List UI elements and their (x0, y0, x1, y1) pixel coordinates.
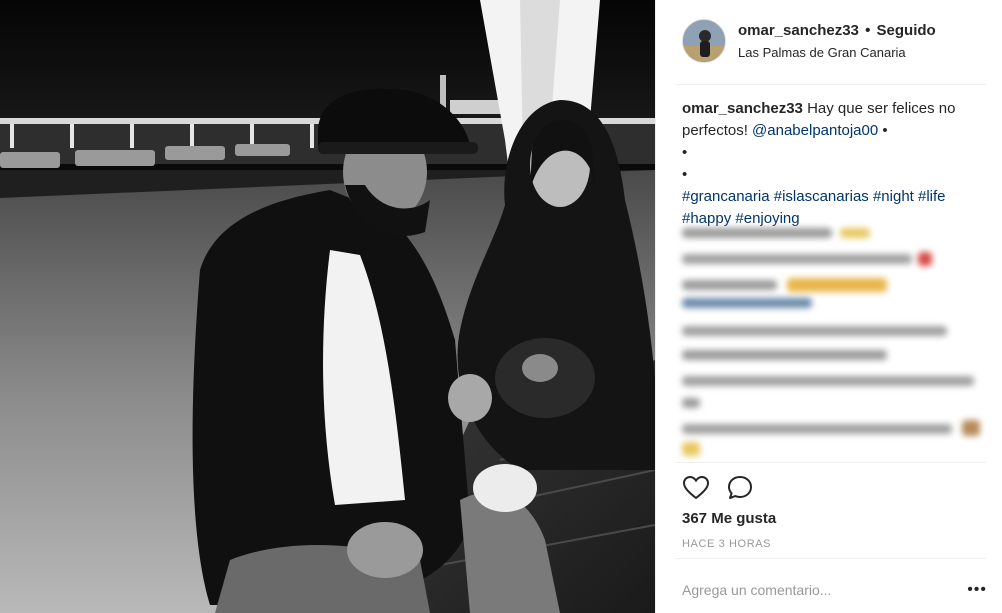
caption-mention[interactable]: @anabelpantoja00 (752, 122, 878, 139)
post-header: omar_sanchez33 • Seguido Las Palmas de G… (656, 0, 1002, 84)
comment-line (682, 424, 952, 434)
post-photo[interactable] (0, 0, 655, 613)
comment-input[interactable] (682, 582, 942, 598)
comment-emoji (962, 420, 980, 436)
location-link[interactable]: Las Palmas de Gran Canaria (738, 45, 936, 60)
follow-state-button[interactable]: Seguido (877, 22, 936, 39)
comment-line (682, 350, 887, 360)
comment-emoji (840, 228, 870, 238)
comment-line (682, 280, 777, 290)
post-timestamp: HACE 3 HORAS (682, 538, 772, 550)
comment-emoji (918, 252, 932, 266)
caption-bullet-3: • (682, 166, 688, 183)
comment-emoji (787, 278, 887, 292)
post-caption: omar_sanchez33 Hay que ser felices no pe… (682, 98, 982, 230)
instagram-post: omar_sanchez33 • Seguido Las Palmas de G… (0, 0, 1002, 613)
comment-bubble-icon[interactable] (726, 474, 754, 502)
comment-emoji (682, 442, 700, 456)
post-side-panel: omar_sanchez33 • Seguido Las Palmas de G… (655, 0, 1002, 613)
header-username[interactable]: omar_sanchez33 (738, 22, 859, 39)
comment-line (682, 376, 974, 386)
avatar[interactable] (682, 19, 726, 63)
comment-form: ••• (682, 580, 987, 600)
caption-bullet-1: • (882, 122, 888, 139)
header-separator: • (865, 22, 871, 39)
post-actions (682, 474, 754, 502)
comment-line (682, 254, 912, 264)
hashtag-night[interactable]: #night (873, 188, 914, 205)
header-text: omar_sanchez33 • Seguido Las Palmas de G… (738, 22, 936, 60)
header-user-line: omar_sanchez33 • Seguido (738, 22, 936, 39)
input-divider (676, 558, 986, 559)
hashtag-islascanarias[interactable]: #islascanarias (774, 188, 869, 205)
header-divider (676, 84, 986, 85)
comment-line (682, 326, 947, 336)
hashtag-life[interactable]: #life (918, 188, 946, 205)
more-options-icon[interactable]: ••• (967, 581, 987, 599)
hashtag-grancanaria[interactable]: #grancanaria (682, 188, 770, 205)
comment-line (682, 298, 812, 308)
comment-line (682, 398, 700, 408)
blurred-comments (682, 222, 987, 456)
night-terrace-photo (0, 0, 655, 613)
caption-username[interactable]: omar_sanchez33 (682, 100, 803, 117)
comment-line (682, 228, 832, 238)
likes-count[interactable]: 367 Me gusta (682, 510, 776, 527)
heart-icon[interactable] (682, 474, 710, 502)
comments-divider (676, 462, 986, 463)
caption-bullet-2: • (682, 144, 688, 161)
